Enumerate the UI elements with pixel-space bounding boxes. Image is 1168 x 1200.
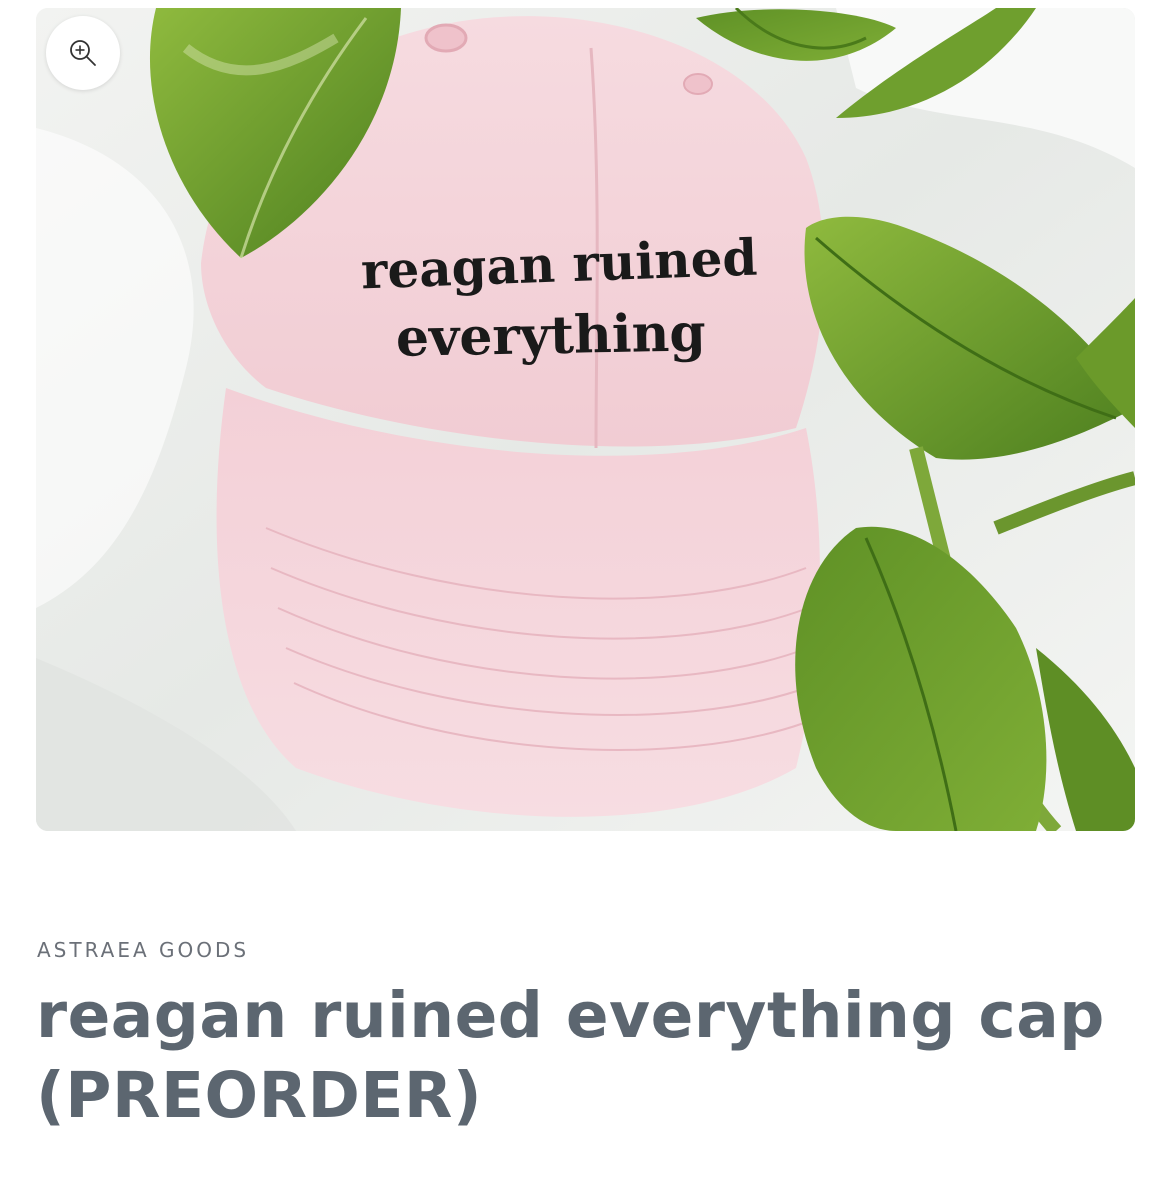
zoom-in-icon <box>70 40 96 66</box>
product-image[interactable]: reagan ruined everything <box>36 8 1135 831</box>
zoom-button[interactable] <box>46 16 120 90</box>
product-title: reagan ruined everything cap (PREORDER) <box>36 979 1105 1132</box>
vendor-name: ASTRAEA GOODS <box>37 938 250 962</box>
hat-text-line2: everything <box>395 302 706 368</box>
product-photo: reagan ruined everything <box>36 8 1135 831</box>
